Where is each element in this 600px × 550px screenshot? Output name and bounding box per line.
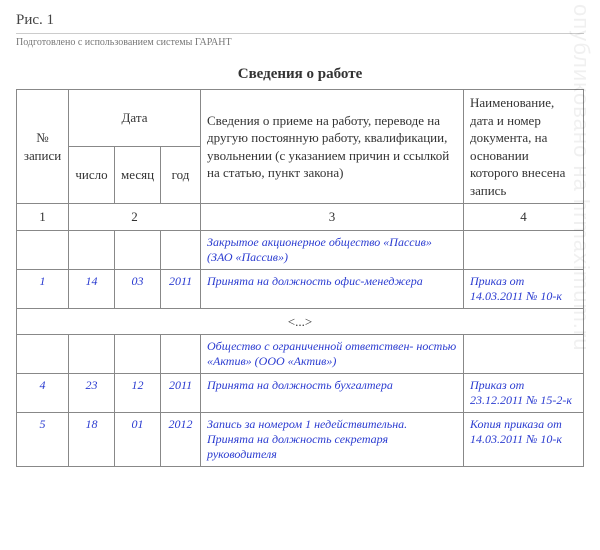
cell-no: 4 xyxy=(17,374,69,413)
cell-doc: Приказ от 14.03.2011 № 10-к xyxy=(464,269,584,308)
cell-no: 1 xyxy=(17,269,69,308)
table-header-row: № записи Дата Сведения о приеме на работ… xyxy=(17,90,584,147)
cell-day: 23 xyxy=(69,374,115,413)
figure-label: Рис. 1 xyxy=(16,12,584,29)
colnum-4: 4 xyxy=(464,204,584,231)
cell-day: 18 xyxy=(69,413,115,467)
cell-year xyxy=(161,230,201,269)
col-day: число xyxy=(69,147,115,204)
source-note: Подготовлено с использованием системы ГА… xyxy=(16,37,584,48)
colnum-1: 1 xyxy=(17,204,69,231)
col-info: Сведения о приеме на работу, переводе на… xyxy=(201,90,464,204)
cell-month: 03 xyxy=(115,269,161,308)
col-month: месяц xyxy=(115,147,161,204)
colnum-2: 2 xyxy=(69,204,201,231)
cell-doc: Приказ от 23.12.2011 № 15-2-к xyxy=(464,374,584,413)
cell-info: Принята на должность бухгалтера xyxy=(201,374,464,413)
cell-month: 12 xyxy=(115,374,161,413)
colnum-3: 3 xyxy=(201,204,464,231)
col-year: год xyxy=(161,147,201,204)
cell-day xyxy=(69,335,115,374)
table-row: Закрытое акционерное общество «Пассив» (… xyxy=(17,230,584,269)
cell-doc xyxy=(464,230,584,269)
table-row: 423122011Принята на должность бухгалтера… xyxy=(17,374,584,413)
cell-info: Закрытое акционерное общество «Пассив» (… xyxy=(201,230,464,269)
document-page: опубликовано на hrmaximum.ru Рис. 1 Подг… xyxy=(0,0,600,483)
cell-year: 2011 xyxy=(161,374,201,413)
col-no: № записи xyxy=(17,90,69,204)
cell-day: 14 xyxy=(69,269,115,308)
divider xyxy=(16,33,584,34)
cell-doc: Копия приказа от 14.03.2011 № 10-к xyxy=(464,413,584,467)
employment-table: № записи Дата Сведения о приеме на работ… xyxy=(16,89,584,467)
cell-no xyxy=(17,335,69,374)
col-date: Дата xyxy=(69,90,201,147)
table-row: Общество с ограниченной ответствен- ност… xyxy=(17,335,584,374)
table-row: 518012012Запись за номером 1 недействите… xyxy=(17,413,584,467)
table-body: Закрытое акционерное общество «Пассив» (… xyxy=(17,230,584,467)
table-title: Сведения о работе xyxy=(16,66,584,83)
cell-no: 5 xyxy=(17,413,69,467)
cell-info: Общество с ограниченной ответствен- ност… xyxy=(201,335,464,374)
cell-info: Принята на должность офис-менеджера xyxy=(201,269,464,308)
table-row: 114032011Принята на должность офис-менед… xyxy=(17,269,584,308)
cell-year: 2012 xyxy=(161,413,201,467)
cell-month xyxy=(115,230,161,269)
cell-year xyxy=(161,335,201,374)
table-header-nums: 1 2 3 4 xyxy=(17,204,584,231)
table-row: <...> xyxy=(17,308,584,335)
cell-no xyxy=(17,230,69,269)
cell-year: 2011 xyxy=(161,269,201,308)
cell-day xyxy=(69,230,115,269)
cell-month: 01 xyxy=(115,413,161,467)
cell-doc xyxy=(464,335,584,374)
cell-month xyxy=(115,335,161,374)
col-doc: Наименование, дата и номер документа, на… xyxy=(464,90,584,204)
cell-info: Запись за номером 1 недействительна. При… xyxy=(201,413,464,467)
ellipsis-row: <...> xyxy=(17,308,584,335)
